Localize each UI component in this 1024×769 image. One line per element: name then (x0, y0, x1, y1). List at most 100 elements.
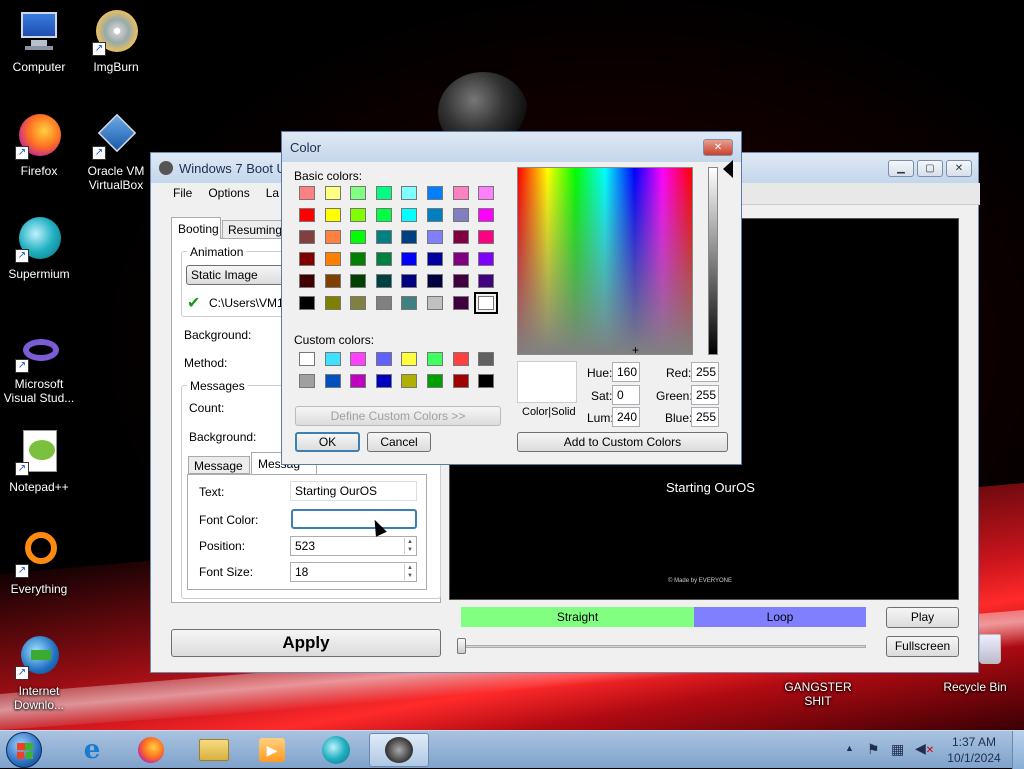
basic-color-swatch[interactable] (427, 274, 443, 288)
tab-message-1[interactable]: Message 1 (188, 456, 250, 487)
volume-muted-icon[interactable]: ◀✕ (915, 740, 934, 757)
custom-color-swatch[interactable] (324, 373, 341, 388)
basic-color-swatch[interactable] (478, 230, 495, 244)
basic-color-swatch[interactable] (299, 274, 315, 288)
font-size-input[interactable]: 18 ▲ ▼ (290, 562, 417, 582)
basic-color-swatch[interactable] (427, 208, 443, 222)
basic-color-swatch[interactable] (452, 186, 469, 200)
basic-color-swatch[interactable] (350, 252, 367, 266)
basic-color-swatch[interactable] (452, 230, 469, 244)
green-input[interactable]: 255 (691, 385, 719, 405)
network-icon[interactable]: ▦ (891, 741, 904, 758)
define-custom-colors-button[interactable]: Define Custom Colors >> (295, 406, 501, 426)
basic-color-swatch[interactable] (375, 252, 392, 266)
position-input[interactable]: 523 ▲ ▼ (290, 536, 417, 556)
show-desktop-button[interactable] (1012, 731, 1024, 769)
custom-color-swatch[interactable] (478, 352, 495, 366)
play-button[interactable]: Play (886, 607, 959, 628)
custom-color-swatch[interactable] (401, 373, 418, 388)
position-spinner[interactable]: ▲ ▼ (404, 538, 415, 554)
custom-color-swatch[interactable] (299, 352, 315, 366)
animation-select[interactable]: Static Image (186, 265, 286, 285)
taskbar-firefox[interactable] (123, 733, 179, 767)
basic-color-swatch[interactable] (324, 274, 341, 288)
basic-color-swatch[interactable] (401, 296, 418, 310)
taskbar-supermium[interactable] (308, 733, 364, 767)
custom-color-swatch[interactable] (350, 352, 367, 366)
basic-color-swatch[interactable] (324, 208, 341, 222)
basic-color-swatch[interactable] (350, 274, 367, 288)
desktop-icon-supermium[interactable]: ↗ Supermium (1, 215, 77, 281)
basic-color-swatch[interactable] (324, 296, 341, 310)
luminance-bar[interactable] (708, 167, 718, 355)
desktop-icon-visual-studio[interactable]: ↗ Microsoft Visual Stud... (1, 333, 77, 405)
taskbar-explorer[interactable] (186, 733, 242, 767)
basic-color-swatch[interactable] (350, 230, 367, 244)
apply-button[interactable]: Apply (171, 629, 441, 657)
custom-color-swatch[interactable] (324, 352, 341, 366)
basic-color-swatch[interactable] (427, 230, 443, 244)
custom-color-swatch[interactable] (401, 352, 418, 366)
custom-color-swatch[interactable] (375, 352, 392, 366)
text-input[interactable]: Starting OurOS (290, 481, 417, 501)
font-size-spinner[interactable]: ▲ ▼ (404, 564, 415, 580)
ok-button[interactable]: OK (295, 432, 360, 452)
show-hidden-icons-icon[interactable]: ▲ (845, 743, 854, 753)
timeline-slider-handle[interactable] (457, 638, 466, 654)
desktop-icon-virtualbox[interactable]: ↗ Oracle VM VirtualBox (78, 112, 154, 192)
lum-input[interactable]: 240 (612, 407, 640, 427)
basic-color-swatch[interactable] (427, 186, 443, 200)
color-spectrum[interactable] (517, 167, 693, 355)
hue-input[interactable]: 160 (612, 362, 640, 382)
tab-booting[interactable]: Booting (171, 217, 221, 239)
basic-color-swatch[interactable] (375, 208, 392, 222)
basic-color-swatch[interactable] (299, 252, 315, 266)
basic-color-swatch[interactable] (350, 208, 367, 222)
basic-color-swatch[interactable] (324, 186, 341, 200)
taskbar-media-player[interactable]: ▶ (244, 733, 300, 767)
desktop-icon-idm[interactable]: ↗ Internet Downlo... (1, 632, 77, 712)
custom-color-swatch[interactable] (452, 373, 469, 388)
basic-color-swatch[interactable] (299, 296, 315, 310)
sat-input[interactable]: 0 (612, 385, 640, 405)
clock-time[interactable]: 1:37 AM (950, 735, 998, 749)
menu-file[interactable]: File (165, 183, 200, 205)
red-input[interactable]: 255 (691, 362, 719, 382)
action-center-flag-icon[interactable]: ⚑ (867, 741, 880, 758)
start-button[interactable] (6, 732, 42, 768)
basic-color-swatch[interactable] (401, 230, 418, 244)
luminance-arrow-icon[interactable] (723, 160, 733, 178)
desktop-icon-firefox[interactable]: ↗ Firefox (1, 112, 77, 178)
desktop-icon-imgburn[interactable]: ↗ ImgBurn (78, 8, 154, 74)
desktop-icon-notepadpp[interactable]: ↗ Notepad++ (1, 428, 77, 494)
basic-color-swatch[interactable] (427, 252, 443, 266)
taskbar-boot-updater[interactable] (369, 733, 429, 767)
blue-input[interactable]: 255 (691, 407, 719, 427)
menu-options[interactable]: Options (200, 183, 257, 205)
basic-color-swatch[interactable] (478, 252, 495, 266)
add-to-custom-colors-button[interactable]: Add to Custom Colors (517, 432, 728, 452)
basic-color-swatch[interactable] (299, 186, 315, 200)
basic-color-swatch[interactable] (375, 186, 392, 200)
custom-color-swatch[interactable] (478, 373, 495, 388)
basic-color-swatch[interactable] (478, 208, 495, 222)
custom-color-swatch[interactable] (427, 352, 443, 366)
basic-color-swatch[interactable] (401, 252, 418, 266)
clock-date[interactable]: 10/1/2024 (944, 751, 1004, 765)
desktop-icon-computer[interactable]: Computer (1, 8, 77, 74)
fullscreen-button[interactable]: Fullscreen (886, 636, 959, 657)
basic-color-swatch[interactable] (478, 274, 495, 288)
taskbar-ie[interactable]: e (64, 733, 120, 767)
basic-color-swatch[interactable] (401, 274, 418, 288)
basic-color-swatch[interactable] (324, 230, 341, 244)
custom-color-swatch[interactable] (350, 373, 367, 388)
color-dialog-close-button[interactable]: ✕ (703, 138, 733, 156)
straight-segment[interactable]: Straight (461, 607, 694, 627)
basic-color-swatch[interactable] (375, 274, 392, 288)
basic-color-swatch[interactable] (350, 296, 367, 310)
custom-color-swatch[interactable] (299, 373, 315, 388)
basic-color-swatch[interactable] (375, 296, 392, 310)
basic-color-swatch[interactable] (299, 230, 315, 244)
basic-color-swatch[interactable] (350, 186, 367, 200)
close-button[interactable]: ✕ (946, 159, 972, 177)
